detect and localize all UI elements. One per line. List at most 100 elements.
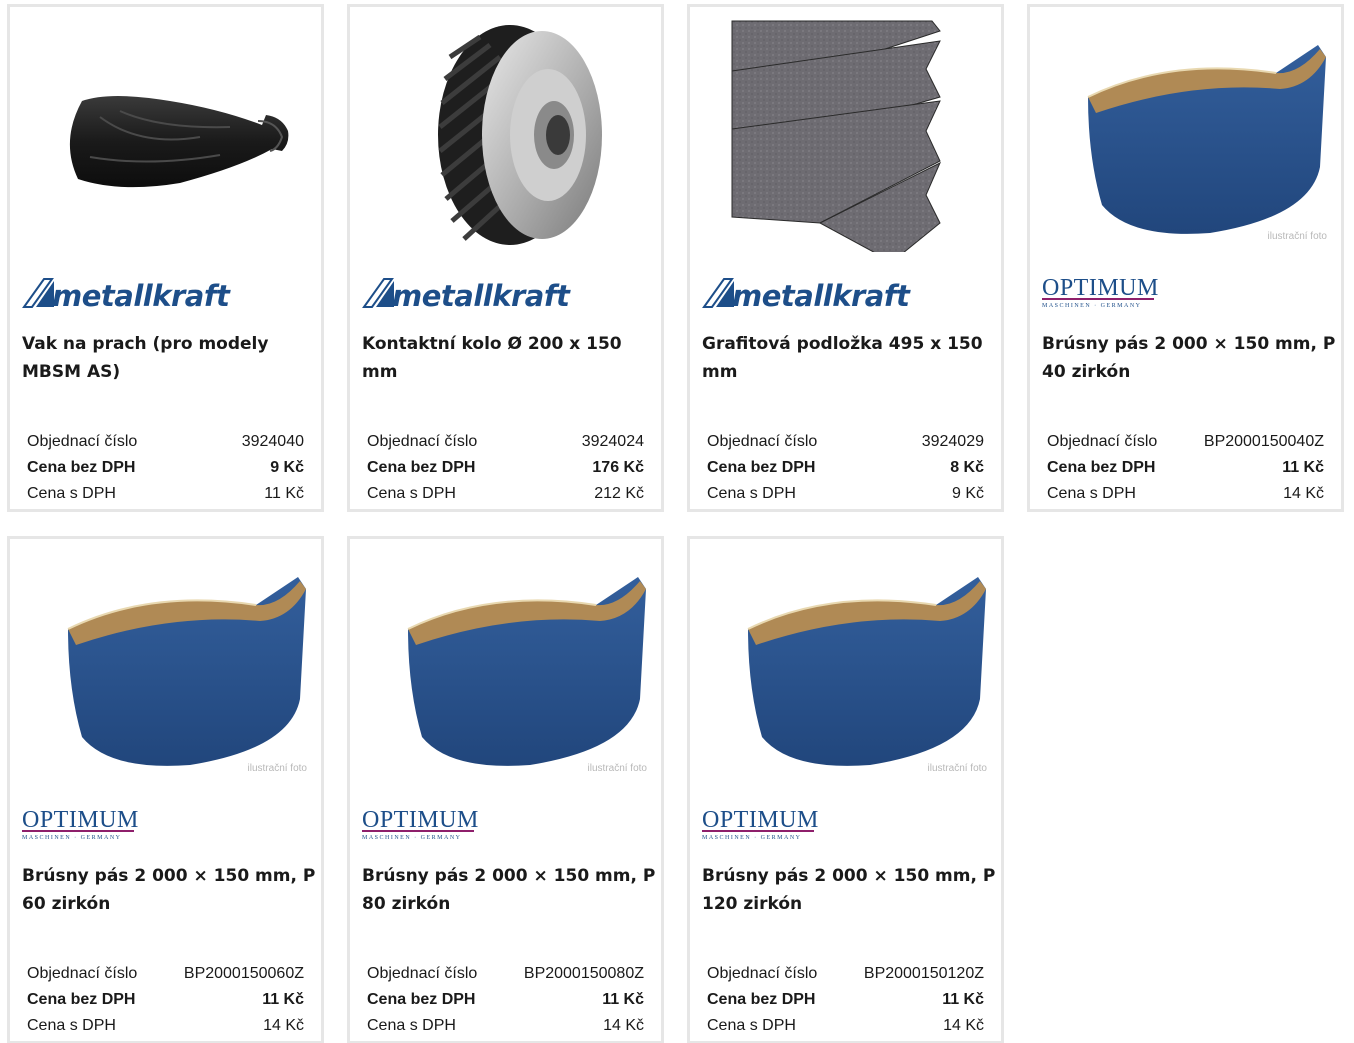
product-image-sanding-belt[interactable]	[360, 549, 651, 784]
product-specs: Objednací číslo 3924029 Cena bez DPH 8 K…	[707, 429, 984, 507]
price-net-label: Cena bez DPH	[1047, 459, 1156, 476]
price-gross-value: 9 Kč	[951, 485, 984, 502]
price-gross-label: Cena s DPH	[707, 1017, 796, 1034]
product-image-graphite-pad[interactable]	[700, 17, 991, 252]
brand-subtext: MASCHINEN · GERMANY	[702, 835, 802, 841]
product-card[interactable]: metallkraft Vak na prach (pro modely MBS…	[7, 4, 324, 512]
price-gross-value: 14 Kč	[943, 1017, 984, 1034]
order-number-label: Objednací číslo	[27, 433, 138, 450]
product-card[interactable]: ilustrační foto OPTIMUM MASCHINEN · GERM…	[7, 536, 324, 1043]
order-number-label: Objednací číslo	[707, 965, 818, 982]
order-number-label: Objednací číslo	[707, 433, 818, 450]
product-image-dust-bag[interactable]	[20, 17, 311, 252]
order-number-label: Objednací číslo	[1047, 433, 1158, 450]
price-gross-row: Cena s DPH 14 Kč	[1047, 481, 1324, 507]
brand-text: OPTIMUM	[702, 807, 819, 833]
order-number-value: BP2000150080Z	[523, 965, 644, 982]
brand-subtext: MASCHINEN · GERMANY	[22, 835, 122, 841]
brand-logo-metallkraft: metallkraft	[702, 273, 942, 313]
order-number-label: Objednací číslo	[367, 433, 478, 450]
illustration-note: ilustrační foto	[587, 763, 647, 774]
order-number-value: BP2000150060Z	[183, 965, 304, 982]
order-number-row: Objednací číslo BP2000150120Z	[707, 961, 984, 987]
product-specs: Objednací číslo 3924040 Cena bez DPH 9 K…	[27, 429, 304, 507]
price-net-value: 9 Kč	[270, 459, 304, 476]
order-number-value: BP2000150040Z	[1203, 433, 1324, 450]
product-image-contact-wheel[interactable]	[360, 17, 651, 252]
price-gross-value: 11 Kč	[264, 485, 304, 502]
price-net-value: 176 Kč	[592, 459, 644, 476]
order-number-value: 3924029	[921, 433, 984, 450]
brand-logo-optimum: OPTIMUM MASCHINEN · GERMANY	[702, 805, 862, 845]
price-gross-row: Cena s DPH 212 Kč	[367, 481, 644, 507]
brand-text: OPTIMUM	[362, 807, 479, 833]
product-title[interactable]: Brúsny pás 2 000 × 150 mm, P 40 zirkón	[1042, 330, 1338, 386]
product-specs: Objednací číslo BP2000150040Z Cena bez D…	[1047, 429, 1324, 507]
brand-text: metallkraft	[392, 279, 571, 313]
product-image-sanding-belt[interactable]	[700, 549, 991, 784]
order-number-row: Objednací číslo BP2000150040Z	[1047, 429, 1324, 455]
brand-text: metallkraft	[732, 279, 911, 313]
price-net-value: 11 Kč	[262, 991, 304, 1008]
brand-text: OPTIMUM	[1042, 275, 1159, 301]
product-specs: Objednací číslo 3924024 Cena bez DPH 176…	[367, 429, 644, 507]
order-number-row: Objednací číslo BP2000150060Z	[27, 961, 304, 987]
product-title[interactable]: Kontaktní kolo Ø 200 x 150 mm	[362, 330, 658, 386]
price-net-label: Cena bez DPH	[367, 991, 476, 1008]
product-title[interactable]: Brúsny pás 2 000 × 150 mm, P 120 zirkón	[702, 862, 998, 918]
price-gross-value: 14 Kč	[263, 1017, 304, 1034]
price-net-row: Cena bez DPH 9 Kč	[27, 455, 304, 481]
product-title[interactable]: Vak na prach (pro modely MBSM AS)	[22, 330, 318, 386]
brand-text: OPTIMUM	[22, 807, 139, 833]
product-card[interactable]: metallkraft Grafitová podložka 495 x 150…	[687, 4, 1004, 512]
price-net-label: Cena bez DPH	[27, 459, 136, 476]
price-gross-row: Cena s DPH 11 Kč	[27, 481, 304, 507]
price-gross-label: Cena s DPH	[707, 485, 796, 502]
price-net-row: Cena bez DPH 176 Kč	[367, 455, 644, 481]
product-title[interactable]: Brúsny pás 2 000 × 150 mm, P 60 zirkón	[22, 862, 318, 918]
price-net-row: Cena bez DPH 11 Kč	[1047, 455, 1324, 481]
brand-logo-optimum: OPTIMUM MASCHINEN · GERMANY	[362, 805, 522, 845]
product-card[interactable]: ilustrační foto OPTIMUM MASCHINEN · GERM…	[1027, 4, 1344, 512]
price-net-row: Cena bez DPH 8 Kč	[707, 455, 984, 481]
brand-logo-metallkraft: metallkraft	[362, 273, 602, 313]
price-gross-label: Cena s DPH	[27, 485, 116, 502]
brand-subtext: MASCHINEN · GERMANY	[362, 835, 462, 841]
price-gross-label: Cena s DPH	[1047, 485, 1136, 502]
order-number-value: BP2000150120Z	[863, 965, 984, 982]
brand-subtext: MASCHINEN · GERMANY	[1042, 303, 1142, 309]
order-number-row: Objednací číslo 3924040	[27, 429, 304, 455]
illustration-note: ilustrační foto	[1267, 231, 1327, 242]
price-gross-row: Cena s DPH 14 Kč	[707, 1013, 984, 1039]
price-net-label: Cena bez DPH	[707, 991, 816, 1008]
illustration-note: ilustrační foto	[927, 763, 987, 774]
product-title[interactable]: Brúsny pás 2 000 × 150 mm, P 80 zirkón	[362, 862, 658, 918]
price-gross-value: 14 Kč	[1283, 485, 1324, 502]
price-net-label: Cena bez DPH	[707, 459, 816, 476]
price-gross-value: 212 Kč	[594, 485, 644, 502]
price-net-value: 11 Kč	[1282, 459, 1324, 476]
price-gross-label: Cena s DPH	[27, 1017, 116, 1034]
order-number-row: Objednací číslo BP2000150080Z	[367, 961, 644, 987]
product-specs: Objednací číslo BP2000150060Z Cena bez D…	[27, 961, 304, 1039]
product-specs: Objednací číslo BP2000150120Z Cena bez D…	[707, 961, 984, 1039]
order-number-row: Objednací číslo 3924029	[707, 429, 984, 455]
price-net-value: 11 Kč	[942, 991, 984, 1008]
brand-logo-optimum: OPTIMUM MASCHINEN · GERMANY	[1042, 273, 1202, 313]
illustration-note: ilustrační foto	[247, 763, 307, 774]
order-number-value: 3924024	[581, 433, 644, 450]
product-image-sanding-belt[interactable]	[1040, 17, 1331, 252]
price-net-row: Cena bez DPH 11 Kč	[707, 987, 984, 1013]
price-net-value: 8 Kč	[950, 459, 984, 476]
price-net-value: 11 Kč	[602, 991, 644, 1008]
product-title[interactable]: Grafitová podložka 495 x 150 mm	[702, 330, 998, 386]
price-gross-row: Cena s DPH 14 Kč	[367, 1013, 644, 1039]
product-image-sanding-belt[interactable]	[20, 549, 311, 784]
product-card[interactable]: metallkraft Kontaktní kolo Ø 200 x 150 m…	[347, 4, 664, 512]
order-number-value: 3924040	[241, 433, 304, 450]
product-card[interactable]: ilustrační foto OPTIMUM MASCHINEN · GERM…	[347, 536, 664, 1043]
price-net-label: Cena bez DPH	[27, 991, 136, 1008]
product-card[interactable]: ilustrační foto OPTIMUM MASCHINEN · GERM…	[687, 536, 1004, 1043]
price-gross-row: Cena s DPH 9 Kč	[707, 481, 984, 507]
price-gross-value: 14 Kč	[603, 1017, 644, 1034]
